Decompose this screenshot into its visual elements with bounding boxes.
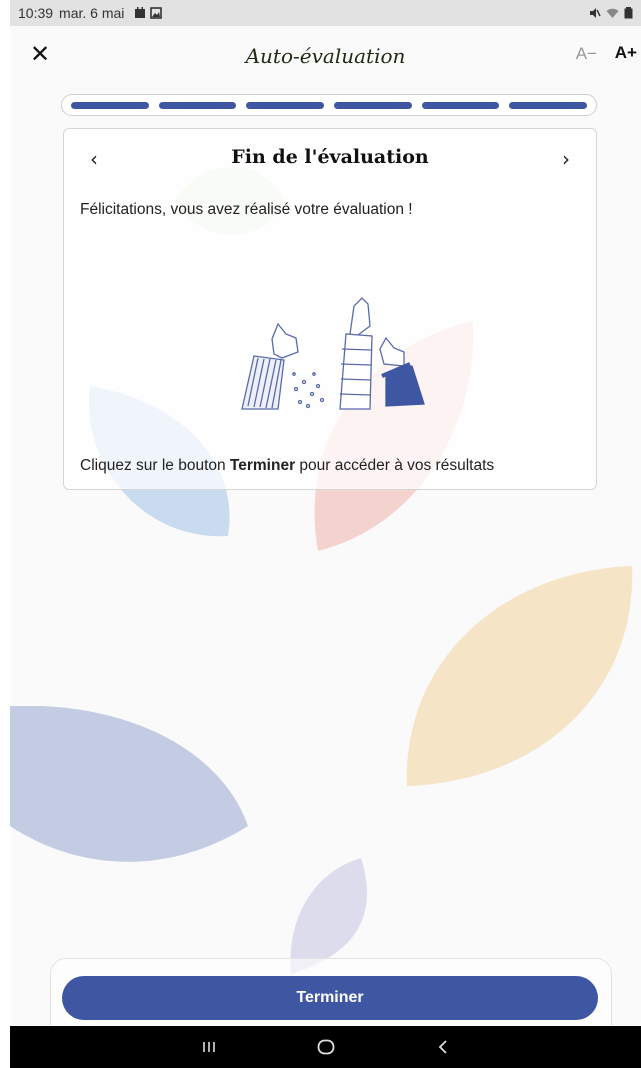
thumbs-up-hands-illustration bbox=[241, 297, 425, 410]
font-decrease-button[interactable]: A− bbox=[576, 44, 597, 64]
recent-apps-button[interactable] bbox=[194, 1032, 224, 1062]
calendar-icon bbox=[135, 7, 146, 18]
page-title: Auto-évaluation bbox=[245, 44, 406, 68]
congratulations-message: Félicitations, vous avez réalisé votre é… bbox=[80, 201, 413, 218]
next-button[interactable]: › bbox=[562, 147, 570, 171]
wifi-icon bbox=[606, 8, 619, 18]
progress-step bbox=[421, 101, 500, 109]
battery-icon bbox=[624, 7, 633, 19]
image-icon bbox=[150, 7, 163, 19]
decorative-leaf-orange bbox=[406, 566, 633, 786]
card-instruction: Cliquez sur le bouton Terminer pour accé… bbox=[80, 457, 494, 475]
home-button[interactable] bbox=[311, 1032, 341, 1062]
progress-step bbox=[334, 101, 412, 109]
progress-step bbox=[509, 101, 588, 109]
status-time: 10:39 bbox=[18, 5, 54, 21]
progress-bar bbox=[61, 94, 597, 116]
finish-button[interactable]: Terminer bbox=[62, 976, 598, 1020]
evaluation-card: ‹ Fin de l'évaluation › Félicitations, v… bbox=[63, 128, 597, 490]
font-increase-button[interactable]: A+ bbox=[615, 43, 637, 63]
status-bar: 10:39 mar. 6 mai bbox=[10, 0, 641, 26]
close-button[interactable]: ✕ bbox=[28, 40, 52, 68]
chevron-right-icon: › bbox=[562, 147, 570, 171]
recent-apps-icon bbox=[202, 1042, 215, 1052]
instruction-suffix: pour accéder à vos résultats bbox=[295, 457, 495, 474]
back-icon bbox=[438, 1040, 447, 1054]
instruction-highlight: Terminer bbox=[229, 457, 296, 474]
instruction-prefix: Cliquez sur le bouton bbox=[80, 457, 230, 474]
close-icon: ✕ bbox=[29, 40, 51, 68]
progress-step bbox=[71, 101, 149, 109]
status-notification-icons bbox=[134, 7, 163, 19]
status-date: mar. 6 mai bbox=[59, 5, 125, 21]
home-icon bbox=[317, 1039, 334, 1055]
decorative-leaf-blue bbox=[10, 706, 248, 862]
app-screen: ✕ Auto-évaluation A− A+ ‹ Fin de l'évalu… bbox=[10, 26, 641, 1026]
mute-icon bbox=[590, 8, 601, 18]
back-button[interactable] bbox=[428, 1032, 458, 1062]
progress-step bbox=[158, 101, 237, 109]
status-system-icons bbox=[589, 7, 633, 19]
progress-step bbox=[246, 101, 325, 109]
card-title: Fin de l'évaluation bbox=[231, 146, 429, 168]
app-header: ✕ Auto-évaluation A− A+ bbox=[10, 26, 641, 86]
system-navigation-bar bbox=[10, 1026, 641, 1068]
